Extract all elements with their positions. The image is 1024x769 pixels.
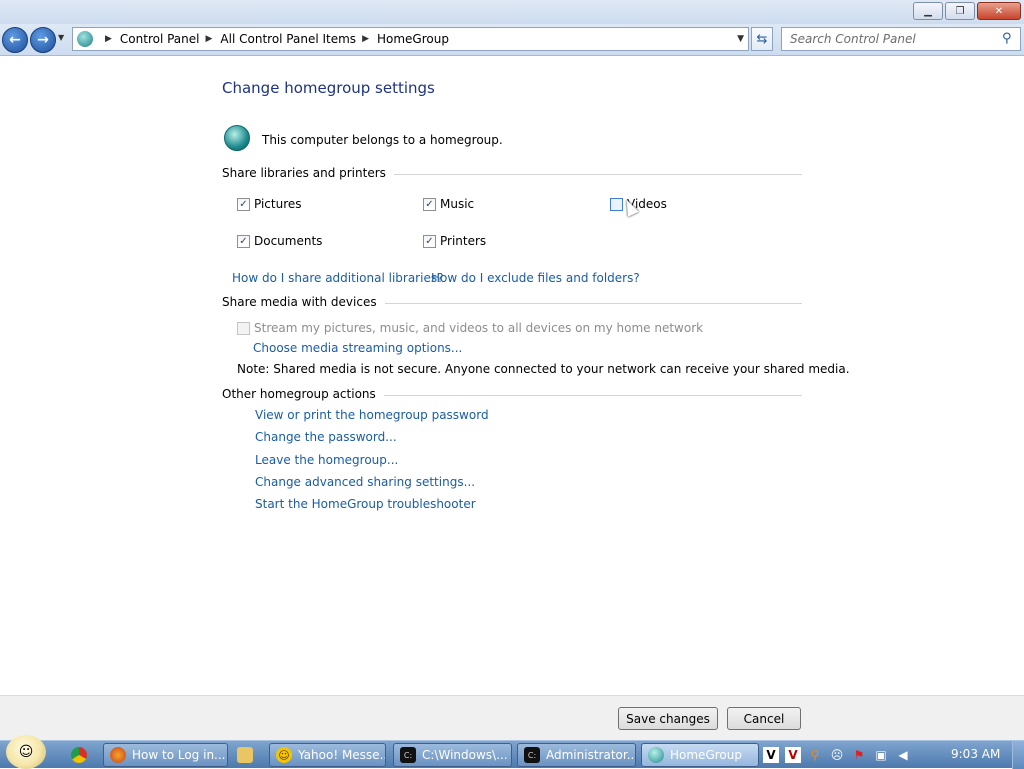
start-orb-icon: ☺ (18, 744, 34, 760)
antivirus-icon[interactable]: V (785, 747, 801, 763)
media-streaming-options-link[interactable]: Choose media streaming options... (253, 341, 462, 355)
actions-section-heading: Other homegroup actions (222, 387, 384, 401)
checkbox-documents[interactable]: ✓ Documents (237, 234, 322, 248)
search-tool-icon[interactable]: ⚲ (807, 747, 823, 763)
taskbar-button-label: C:\Windows\... (422, 748, 508, 762)
checkbox-stream-media: Stream my pictures, music, and videos to… (237, 321, 703, 335)
explorer-pinned-button[interactable] (232, 743, 258, 767)
media-section-heading: Share media with devices (222, 295, 385, 309)
address-bar[interactable]: ▶ Control Panel ▶ All Control Panel Item… (72, 27, 749, 51)
start-button[interactable]: ☺ (6, 735, 46, 769)
taskbar-button-cmd-windows[interactable]: C: C:\Windows\... (393, 743, 512, 767)
share-section-header: Share libraries and printers (222, 166, 802, 182)
forward-button[interactable]: → (30, 27, 56, 53)
taskbar-button-yahoo[interactable]: ☺ Yahoo! Messe... (269, 743, 386, 767)
minimize-button[interactable]: ▁ (913, 2, 943, 20)
homegroup-icon (648, 747, 664, 763)
homegroup-icon (224, 125, 250, 151)
clock[interactable]: 9:03 AM (951, 747, 1000, 761)
checkbox-disabled-icon (237, 321, 250, 335)
refresh-button[interactable]: ⇆ (751, 27, 773, 51)
back-button[interactable]: ← (2, 27, 28, 53)
chrome-icon (71, 747, 87, 763)
cmd-icon: C: (524, 747, 540, 763)
checkbox-label: Printers (440, 234, 487, 248)
checkbox-label: Pictures (254, 197, 302, 211)
troubleshooter-link[interactable]: Start the HomeGroup troubleshooter (255, 497, 476, 511)
checkbox-label: Music (440, 197, 475, 211)
page-title: Change homegroup settings (222, 79, 435, 97)
breadcrumb-homegroup[interactable]: HomeGroup (377, 32, 449, 46)
taskbar-button-homegroup[interactable]: HomeGroup (641, 743, 759, 767)
checkbox-printers[interactable]: ✓ Printers (423, 234, 486, 248)
breadcrumb-separator-icon[interactable]: ▶ (362, 34, 369, 44)
vim-icon[interactable]: V (763, 747, 779, 763)
checkbox-label: Documents (254, 234, 323, 248)
media-section-header: Share media with devices (222, 295, 802, 311)
action-center-icon[interactable]: ⚑ (851, 747, 867, 763)
main-content: Change homegroup settings This computer … (0, 57, 1024, 695)
checkbox-checked-icon[interactable]: ✓ (237, 197, 250, 211)
close-button[interactable]: ✕ (977, 2, 1021, 20)
search-icon[interactable]: ⚲ (1002, 31, 1012, 46)
taskbar-button-label: HomeGroup (670, 748, 742, 762)
checkbox-checked-icon[interactable]: ✓ (423, 197, 436, 211)
checkbox-pictures[interactable]: ✓ Pictures (237, 197, 302, 211)
taskbar-button-label: Administrator... (546, 748, 636, 762)
yahoo-messenger-icon: ☺ (276, 747, 292, 763)
membership-status: This computer belongs to a homegroup. (262, 133, 503, 147)
taskbar: ☺ How to Log in... ☺ Yahoo! Messe... C: … (0, 735, 1024, 769)
address-dropdown-icon[interactable]: ▼ (737, 34, 744, 44)
title-bar: ▁ ❐ ✕ (0, 0, 1024, 24)
share-additional-libraries-link[interactable]: How do I share additional libraries? (232, 271, 443, 285)
advanced-sharing-link[interactable]: Change advanced sharing settings... (255, 475, 475, 489)
taskbar-button-label: How to Log in... (132, 748, 226, 762)
taskbar-button-firefox[interactable]: How to Log in... (103, 743, 228, 767)
control-panel-icon (77, 31, 93, 47)
actions-section-header: Other homegroup actions (222, 387, 802, 403)
save-changes-button[interactable]: Save changes (618, 707, 718, 730)
navigation-bar: ← → ▼ ▶ Control Panel ▶ All Control Pane… (0, 24, 1024, 56)
footer-bar: Save changes Cancel (0, 695, 1024, 740)
checkbox-label: Stream my pictures, music, and videos to… (254, 321, 704, 335)
checkbox-checked-icon[interactable]: ✓ (423, 234, 436, 248)
cancel-button[interactable]: Cancel (727, 707, 801, 730)
checkbox-videos[interactable]: Videos (610, 197, 667, 211)
breadcrumb-control-panel[interactable]: Control Panel (120, 32, 200, 46)
messenger-status-icon[interactable]: ☹ (829, 747, 845, 763)
taskbar-button-cmd-admin[interactable]: C: Administrator... (517, 743, 636, 767)
search-input[interactable] (781, 27, 1021, 51)
restore-button[interactable]: ❐ (945, 2, 975, 20)
folder-icon (237, 747, 253, 763)
breadcrumb-all-items[interactable]: All Control Panel Items (220, 32, 356, 46)
change-password-link[interactable]: Change the password... (255, 430, 397, 444)
firefox-icon (110, 747, 126, 763)
cmd-icon: C: (400, 747, 416, 763)
breadcrumb-separator-icon[interactable]: ▶ (105, 34, 112, 44)
system-tray: V V ⚲ ☹ ⚑ ▣ ◀ (763, 743, 911, 767)
homegroup-window: ▁ ❐ ✕ ← → ▼ ▶ Control Panel ▶ All Contro… (0, 0, 1024, 740)
view-print-password-link[interactable]: View or print the homegroup password (255, 408, 489, 422)
volume-icon[interactable]: ◀ (895, 747, 911, 763)
security-note: Note: Shared media is not secure. Anyone… (237, 362, 850, 376)
show-desktop-button[interactable] (1012, 741, 1024, 769)
chrome-pinned-button[interactable] (66, 743, 92, 767)
exclude-files-link[interactable]: How do I exclude files and folders? (431, 271, 640, 285)
leave-homegroup-link[interactable]: Leave the homegroup... (255, 453, 398, 467)
checkbox-checked-icon[interactable]: ✓ (237, 234, 250, 248)
taskbar-button-label: Yahoo! Messe... (298, 748, 386, 762)
breadcrumb: ▶ Control Panel ▶ All Control Panel Item… (99, 32, 449, 46)
breadcrumb-separator-icon[interactable]: ▶ (206, 34, 213, 44)
recent-pages-dropdown[interactable]: ▼ (58, 33, 64, 42)
checkbox-music[interactable]: ✓ Music (423, 197, 474, 211)
network-icon[interactable]: ▣ (873, 747, 889, 763)
share-section-heading: Share libraries and printers (222, 166, 394, 180)
